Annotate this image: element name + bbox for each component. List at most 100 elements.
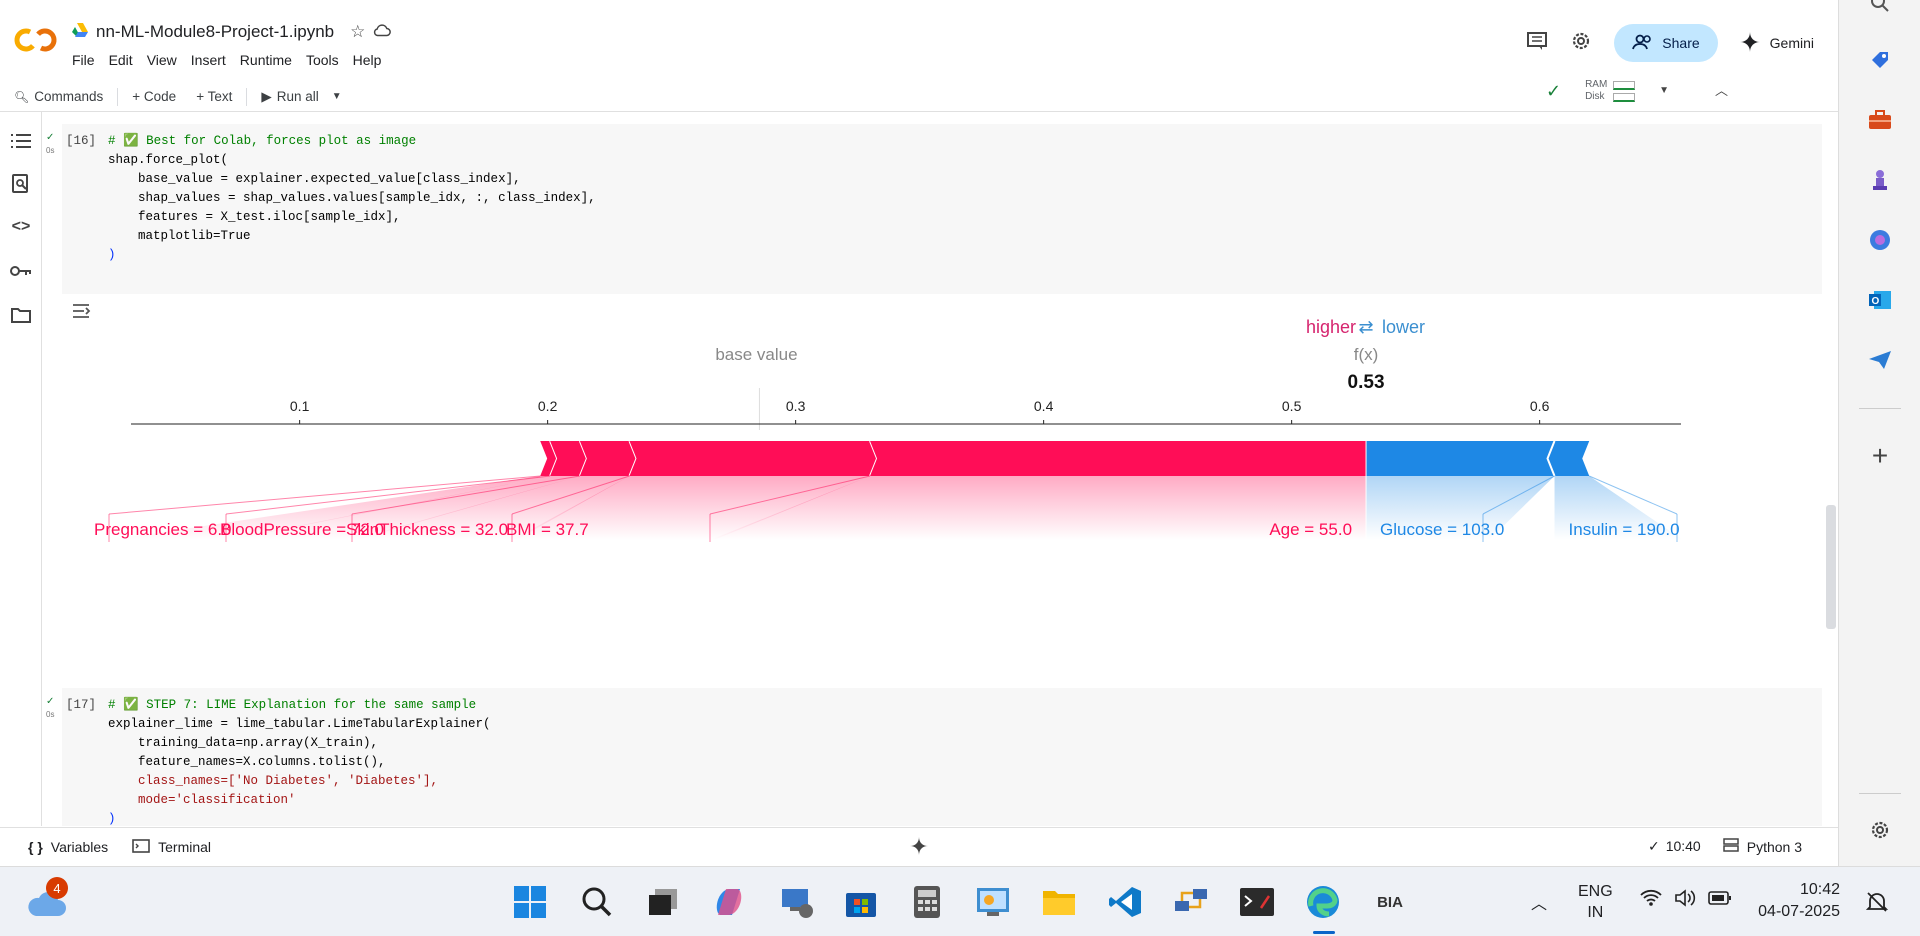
browser-sidebar: O + <box>1838 0 1920 866</box>
menu-tools[interactable]: Tools <box>306 52 339 68</box>
feature-label: Glucose = 103.0 <box>1380 520 1504 539</box>
calculator-icon[interactable] <box>906 881 948 923</box>
terminal-app-icon[interactable] <box>1236 881 1278 923</box>
disk-bar <box>1613 92 1636 102</box>
windows-taskbar: 4 BIA ︿ ENG IN 10:42 04-07-2025 <box>0 866 1920 936</box>
collapse-header-icon[interactable]: ︿ <box>1715 84 1728 97</box>
notification-badge: 4 <box>46 877 68 899</box>
send-icon[interactable] <box>1867 347 1893 373</box>
gemini-sparkle-icon[interactable] <box>910 837 928 858</box>
code-line: feature_names=X.columns.tolist(), <box>108 755 386 769</box>
disk-label: Disk <box>1585 91 1605 102</box>
vscode-icon[interactable] <box>1104 881 1146 923</box>
x-tick-label: 0.5 <box>1282 398 1302 414</box>
code-cell[interactable]: [16] # ✅ Best for Colab, forces plot as … <box>62 124 1822 294</box>
code-line: ) <box>108 248 116 262</box>
x-tick-label: 0.1 <box>290 398 310 414</box>
bia-app[interactable]: BIA <box>1368 881 1412 923</box>
resource-monitor[interactable]: ✓ RAM Disk ▼ ︿ <box>1546 79 1728 103</box>
outlook-icon[interactable]: O <box>1867 287 1893 313</box>
time-label: 10:42 <box>1799 881 1840 898</box>
runtime-label: Python 3 <box>1746 838 1802 855</box>
commands-button[interactable]: 🔍︎ Commands <box>0 89 113 104</box>
exec-time-label: 10:40 <box>1665 838 1701 854</box>
network-tools-icon[interactable] <box>1170 881 1212 923</box>
runtime-type[interactable]: Python 3 <box>1722 838 1802 855</box>
add-code-button[interactable]: + Code <box>122 89 186 104</box>
feature-label: Insulin = 190.0 <box>1569 520 1680 539</box>
settings-gear-icon[interactable] <box>1570 30 1592 57</box>
code-line: features = X_test.iloc[sample_idx], <box>108 210 401 224</box>
show-hidden-icons-chevron-icon[interactable]: ︿ <box>1518 881 1560 923</box>
menu-runtime[interactable]: Runtime <box>240 52 292 68</box>
date-label: 04-07-2025 <box>1758 903 1840 920</box>
feature-label: Pregnancies = 6.0 <box>94 520 232 539</box>
notebook-title[interactable]: nn-ML-Module8-Project-1.ipynb <box>96 22 334 42</box>
code-cell[interactable]: [17] # ✅ STEP 7: LIME Explanation for th… <box>62 688 1822 826</box>
battery-icon <box>1708 891 1732 910</box>
language-indicator[interactable]: ENG IN <box>1578 881 1613 923</box>
comment-icon[interactable] <box>1526 31 1548 56</box>
microsoft-store-icon[interactable] <box>840 881 882 923</box>
menu-view[interactable]: View <box>147 52 177 68</box>
add-icon[interactable]: + <box>1867 440 1893 471</box>
share-button[interactable]: Share <box>1614 24 1718 62</box>
system-tray[interactable] <box>1640 889 1732 912</box>
search-icon[interactable] <box>576 881 618 923</box>
code-line: base_value = explainer.expected_value[cl… <box>108 172 521 186</box>
clock[interactable]: 10:42 04-07-2025 <box>1752 879 1840 923</box>
star-icon[interactable]: ☆ <box>350 22 365 42</box>
variables-label: Variables <box>50 839 109 855</box>
secrets-key-icon[interactable] <box>10 260 32 282</box>
settings-gear-icon[interactable] <box>1867 817 1893 843</box>
menu-help[interactable]: Help <box>353 52 382 68</box>
code-snippets-icon[interactable]: <> <box>10 216 32 238</box>
variables-button[interactable]: { } Variables <box>28 839 108 855</box>
find-replace-icon[interactable] <box>10 173 32 195</box>
terminal-icon <box>132 838 150 856</box>
menu-file[interactable]: File <box>72 52 95 68</box>
copilot-m365-icon[interactable] <box>1867 227 1893 253</box>
code-line: mode='classification' <box>108 793 296 807</box>
control-panel-icon[interactable] <box>972 881 1014 923</box>
caret-down-icon[interactable]: ▼ <box>1659 85 1669 97</box>
search-icon[interactable] <box>1867 0 1893 16</box>
terminal-button[interactable]: Terminal <box>132 838 212 856</box>
execution-status[interactable]: ✓ 10:40 <box>1648 838 1701 855</box>
remote-desktop-icon[interactable] <box>776 881 818 923</box>
x-tick-label: 0.3 <box>786 398 806 414</box>
file-explorer-icon[interactable] <box>1038 881 1080 923</box>
cloud-icon[interactable] <box>373 22 392 42</box>
search-icon: 🔍︎ <box>14 89 30 104</box>
divider <box>246 87 248 106</box>
terminal-label: Terminal <box>158 839 212 855</box>
run-all-button[interactable]: ▶ Run all ▼ <box>251 89 351 105</box>
divider <box>1859 408 1901 409</box>
legend-arrow: ⇄ <box>1358 317 1373 337</box>
force-segment-negative <box>1547 441 1590 476</box>
tag-icon[interactable] <box>1867 47 1893 73</box>
gemini-label: Gemini <box>1769 35 1814 51</box>
chess-piece-icon[interactable] <box>1867 167 1893 193</box>
exec-count: [16] <box>66 134 97 148</box>
play-icon: ▶ <box>261 88 272 104</box>
notification-bell-icon[interactable] <box>1865 891 1889 918</box>
caret-down-icon[interactable]: ▼ <box>332 91 342 102</box>
toolbox-icon[interactable] <box>1867 107 1893 133</box>
add-text-button[interactable]: + Text <box>186 89 242 104</box>
people-icon <box>1632 34 1654 53</box>
wifi-icon <box>1640 889 1662 912</box>
gemini-button[interactable]: Gemini <box>1739 31 1814 55</box>
table-of-contents-icon[interactable] <box>10 130 32 152</box>
feature-label: SkinThickness = 32.0 <box>346 520 508 539</box>
copilot-icon[interactable] <box>708 881 750 923</box>
task-view-icon[interactable] <box>642 881 684 923</box>
windows-start-icon[interactable] <box>509 881 551 923</box>
cell-exec-time: 0s <box>46 146 55 155</box>
colab-logo[interactable] <box>14 24 58 56</box>
edge-browser-icon[interactable] <box>1302 881 1344 923</box>
colab-window: nn-ML-Module8-Project-1.ipynb ☆ File Edi… <box>0 0 1838 866</box>
menu-insert[interactable]: Insert <box>191 52 226 68</box>
menu-edit[interactable]: Edit <box>109 52 133 68</box>
scrollbar-thumb[interactable] <box>1826 505 1836 629</box>
